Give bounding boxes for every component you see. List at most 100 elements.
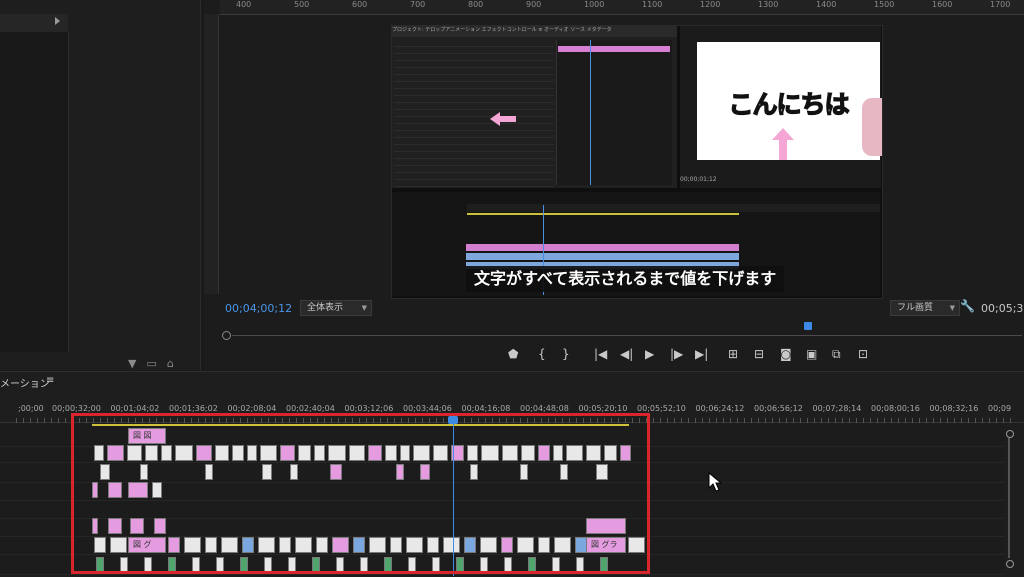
character-illustration bbox=[862, 98, 882, 156]
out-point-icon[interactable]: } bbox=[562, 347, 570, 361]
expand-arrow-icon[interactable] bbox=[55, 17, 60, 25]
timeline-tick-label: 00;05;52;10 bbox=[637, 404, 686, 413]
timeline-tick-label: 00;06;56;12 bbox=[754, 404, 803, 413]
pink-arrow-icon bbox=[490, 112, 516, 126]
effect-row bbox=[394, 89, 554, 96]
panel-tools: ▼ ▭ ⌂ bbox=[128, 352, 198, 370]
playback-resolution-select[interactable]: フル画質 ▼ bbox=[890, 300, 960, 316]
ruler-tick-label: 1600 bbox=[932, 0, 953, 9]
effect-row bbox=[394, 47, 554, 54]
timeline-tick-label: 00;03;44;06 bbox=[403, 404, 452, 413]
effect-row bbox=[394, 96, 554, 103]
step-forward-icon[interactable]: |▶ bbox=[670, 347, 683, 361]
ruler-tick-label: 1100 bbox=[642, 0, 663, 9]
ruler-tick-label: 700 bbox=[410, 0, 426, 9]
new-bin-icon[interactable]: ▭ bbox=[146, 357, 156, 370]
timeline-tick-label: 00;08;00;16 bbox=[871, 404, 920, 413]
effect-row bbox=[394, 117, 554, 124]
panel-menu-icon[interactable]: ≡ bbox=[46, 375, 54, 386]
pink-up-arrow-icon bbox=[772, 128, 794, 160]
ruler-tick-label: 400 bbox=[236, 0, 252, 9]
scroll-handle-bottom[interactable] bbox=[1006, 560, 1014, 568]
monitor-scrub-bar[interactable] bbox=[222, 330, 1022, 340]
fit-label: 全体表示 bbox=[307, 303, 344, 313]
inner-effect-track bbox=[556, 40, 672, 185]
extract-icon[interactable]: ⊟ bbox=[754, 347, 764, 361]
scroll-handle-top[interactable] bbox=[1006, 430, 1014, 438]
timeline-tick-label: 00;02;40;04 bbox=[286, 404, 335, 413]
toggle-proxy-icon[interactable]: ⧉ bbox=[832, 347, 841, 362]
effect-row bbox=[394, 61, 554, 68]
project-panel bbox=[0, 0, 201, 370]
inner-effect-clip bbox=[558, 46, 670, 52]
effect-row bbox=[394, 159, 554, 166]
scroll-track bbox=[1008, 438, 1010, 558]
marker-icon[interactable]: ⬟ bbox=[508, 347, 518, 361]
effect-row bbox=[394, 131, 554, 138]
inner-clip-pink bbox=[466, 244, 739, 251]
inner-tabs: プロジェクト: テロップアニメーション エフェクトコントロール ≡ オーディオ … bbox=[392, 26, 677, 37]
filter-icon[interactable]: ▼ bbox=[128, 357, 136, 370]
ruler-tick-label: 1400 bbox=[816, 0, 837, 9]
step-back-icon[interactable]: ◀| bbox=[620, 347, 633, 361]
timeline-tick-label: 00;05;20;10 bbox=[578, 404, 628, 413]
chevron-down-icon: ▼ bbox=[949, 304, 955, 312]
go-to-in-icon[interactable]: |◀ bbox=[594, 347, 607, 361]
monitor-ruler: 400 500 600 700 800 900 1000 1100 1200 1300 1400 15… bbox=[220, 0, 1024, 15]
compare-icon[interactable]: ▣ bbox=[806, 347, 817, 361]
timeline-tick-label: 00;01;04;02 bbox=[110, 404, 160, 413]
timeline-tick-label: 00;04;48;08 bbox=[520, 404, 569, 413]
timeline-tick-label: 00;02;08;04 bbox=[227, 404, 277, 413]
timeline-tick-label: 00;03;12;06 bbox=[344, 404, 394, 413]
ruler-tick-label: 1500 bbox=[874, 0, 895, 9]
effect-row bbox=[394, 68, 554, 75]
inner-timecode: 00;00;01;12 bbox=[680, 176, 717, 183]
ruler-tick-label: 1000 bbox=[584, 0, 605, 9]
effect-row bbox=[394, 138, 554, 145]
effect-row bbox=[394, 152, 554, 159]
play-icon[interactable]: ▶ bbox=[645, 347, 654, 361]
ruler-tick-label: 500 bbox=[294, 0, 310, 9]
inner-timeline-ruler bbox=[467, 204, 880, 212]
effect-row bbox=[394, 103, 554, 110]
video-subtitle: 文字がすべて表示されるまで値を下げます bbox=[466, 266, 785, 292]
timeline-tick-label: 00;01;36;02 bbox=[169, 404, 218, 413]
timeline-tick-label: 00;09 bbox=[988, 404, 1012, 413]
effect-row bbox=[394, 166, 554, 173]
button-editor-icon[interactable]: ⊡ bbox=[858, 347, 868, 361]
inner-playhead-line bbox=[590, 40, 591, 185]
inner-clip-blue bbox=[466, 253, 739, 260]
effect-row bbox=[394, 110, 554, 117]
timeline-tick-label: 00;04;16;08 bbox=[461, 404, 511, 413]
timeline-tab-title[interactable]: メーション bbox=[0, 375, 50, 390]
timeline-tick-label: ;00;00 bbox=[18, 404, 44, 413]
monitor-playhead[interactable] bbox=[804, 322, 812, 330]
effect-row bbox=[394, 145, 554, 152]
camera-icon[interactable]: ◙ bbox=[780, 347, 792, 361]
scrub-line bbox=[232, 335, 1022, 336]
go-to-out-icon[interactable]: ▶| bbox=[695, 347, 708, 361]
ruler-tick-label: 1300 bbox=[758, 0, 779, 9]
timeline-vertical-scroll[interactable] bbox=[1006, 430, 1014, 570]
ruler-tick-label: 600 bbox=[352, 0, 368, 9]
timeline-tick-label: 00;00;32;00 bbox=[52, 404, 101, 413]
quality-label: フル画質 bbox=[897, 303, 934, 313]
ruler-tick-label: 800 bbox=[468, 0, 484, 9]
timeline-tick-label: 00;06;24;12 bbox=[695, 404, 745, 413]
timeline-tick-label: 00;07;28;14 bbox=[812, 404, 862, 413]
current-timecode[interactable]: 00;04;00;12 bbox=[225, 302, 292, 315]
ruler-tick-label: 1700 bbox=[990, 0, 1011, 9]
effect-row bbox=[394, 124, 554, 131]
cursor-icon bbox=[708, 472, 722, 492]
transport-controls: ⬟ { } |◀ ◀| ▶ |▶ ▶| ⊞ ⊟ ◙ ▣ ⧉ ⊡ bbox=[508, 347, 878, 363]
lift-icon[interactable]: ⊞ bbox=[728, 347, 738, 361]
zoom-fit-select[interactable]: 全体表示 ▼ bbox=[300, 300, 372, 316]
effect-row bbox=[394, 180, 554, 187]
in-point-icon[interactable]: { bbox=[538, 347, 546, 361]
highlight-box bbox=[71, 413, 650, 574]
wrench-icon[interactable]: 🔧 bbox=[960, 299, 975, 313]
effect-row bbox=[394, 54, 554, 61]
zoom-handle[interactable] bbox=[222, 331, 231, 340]
duration-timecode: 00;05;37 bbox=[981, 302, 1024, 315]
trash-icon[interactable]: ⌂ bbox=[167, 357, 174, 370]
